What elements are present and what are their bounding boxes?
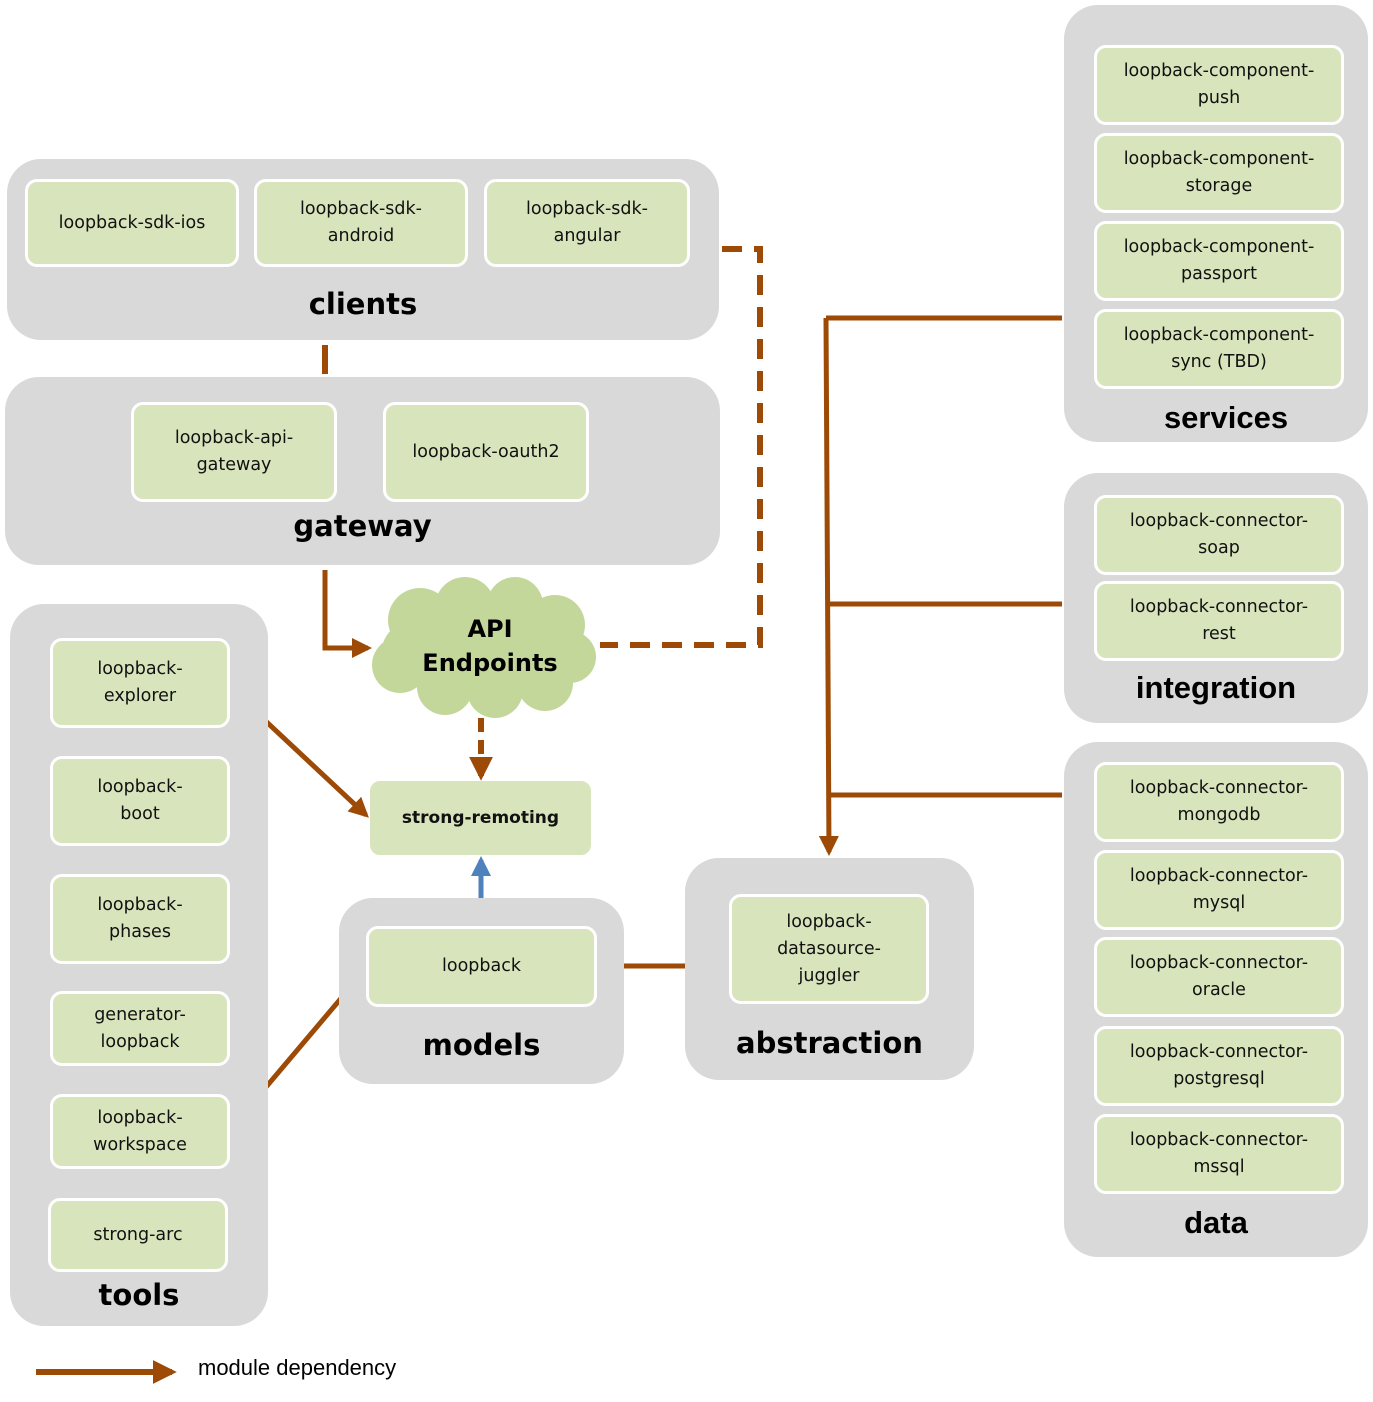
group-models: loopback models: [339, 898, 624, 1084]
module-strong-arc[interactable]: strong-arc: [48, 1198, 228, 1272]
module-loopback-connector-soap[interactable]: loopback-connector- soap: [1094, 495, 1344, 575]
module-loopback-connector-rest[interactable]: loopback-connector- rest: [1094, 581, 1344, 661]
module-loopback[interactable]: loopback: [366, 926, 597, 1007]
module-loopback-component-storage[interactable]: loopback-component- storage: [1094, 133, 1344, 213]
group-title-abstraction: abstraction: [736, 1026, 923, 1060]
group-integration: loopback-connector- soap loopback-connec…: [1064, 473, 1368, 723]
module-loopback-sdk-angular[interactable]: loopback-sdk- angular: [484, 179, 690, 267]
group-title-gateway: gateway: [293, 509, 432, 543]
wire-bus-vertical: [818, 317, 839, 856]
module-loopback-connector-mysql[interactable]: loopback-connector- mysql: [1094, 850, 1344, 930]
group-title-services: services: [1163, 400, 1289, 435]
group-clients: loopback-sdk-ios loopback-sdk- android l…: [7, 159, 719, 340]
group-title-data: data: [1184, 1205, 1248, 1240]
group-title-clients: clients: [308, 287, 418, 321]
group-abstraction: loopback- datasource- juggler abstractio…: [685, 858, 974, 1080]
module-strong-remoting[interactable]: strong-remoting: [370, 781, 591, 855]
module-loopback-component-push[interactable]: loopback-component- push: [1094, 45, 1344, 125]
group-services: loopback-component- push loopback-compon…: [1064, 5, 1368, 442]
module-loopback-connector-postgresql[interactable]: loopback-connector- postgresql: [1094, 1026, 1344, 1106]
module-loopback-connector-mongodb[interactable]: loopback-connector- mongodb: [1094, 762, 1344, 842]
group-title-models: models: [422, 1028, 541, 1062]
module-loopback-boot[interactable]: loopback- boot: [50, 756, 230, 846]
group-data: loopback-connector- mongodb loopback-con…: [1064, 742, 1368, 1257]
module-loopback-phases[interactable]: loopback- phases: [50, 874, 230, 964]
module-loopback-explorer[interactable]: loopback- explorer: [50, 638, 230, 728]
module-loopback-sdk-ios[interactable]: loopback-sdk-ios: [25, 179, 239, 267]
module-loopback-connector-oracle[interactable]: loopback-connector- oracle: [1094, 937, 1344, 1017]
module-loopback-oauth2[interactable]: loopback-oauth2: [383, 402, 589, 502]
group-gateway: loopback-api- gateway loopback-oauth2 ga…: [5, 377, 720, 565]
module-loopback-workspace[interactable]: loopback- workspace: [50, 1094, 230, 1169]
module-generator-loopback[interactable]: generator- loopback: [50, 991, 230, 1066]
module-loopback-api-gateway[interactable]: loopback-api- gateway: [131, 402, 337, 502]
module-loopback-sdk-android[interactable]: loopback-sdk- android: [254, 179, 468, 267]
group-tools: loopback- explorer loopback- boot loopba…: [10, 604, 268, 1326]
group-title-tools: tools: [98, 1278, 180, 1312]
api-endpoints-label: API Endpoints: [422, 615, 558, 677]
legend-label: module dependency: [198, 1355, 397, 1380]
module-loopback-component-sync[interactable]: loopback-component- sync (TBD): [1094, 309, 1344, 389]
module-loopback-component-passport[interactable]: loopback-component- passport: [1094, 221, 1344, 301]
module-loopback-datasource-juggler[interactable]: loopback- datasource- juggler: [729, 894, 929, 1004]
group-title-integration: integration: [1135, 670, 1297, 705]
module-loopback-connector-mssql[interactable]: loopback-connector- mssql: [1094, 1114, 1344, 1194]
